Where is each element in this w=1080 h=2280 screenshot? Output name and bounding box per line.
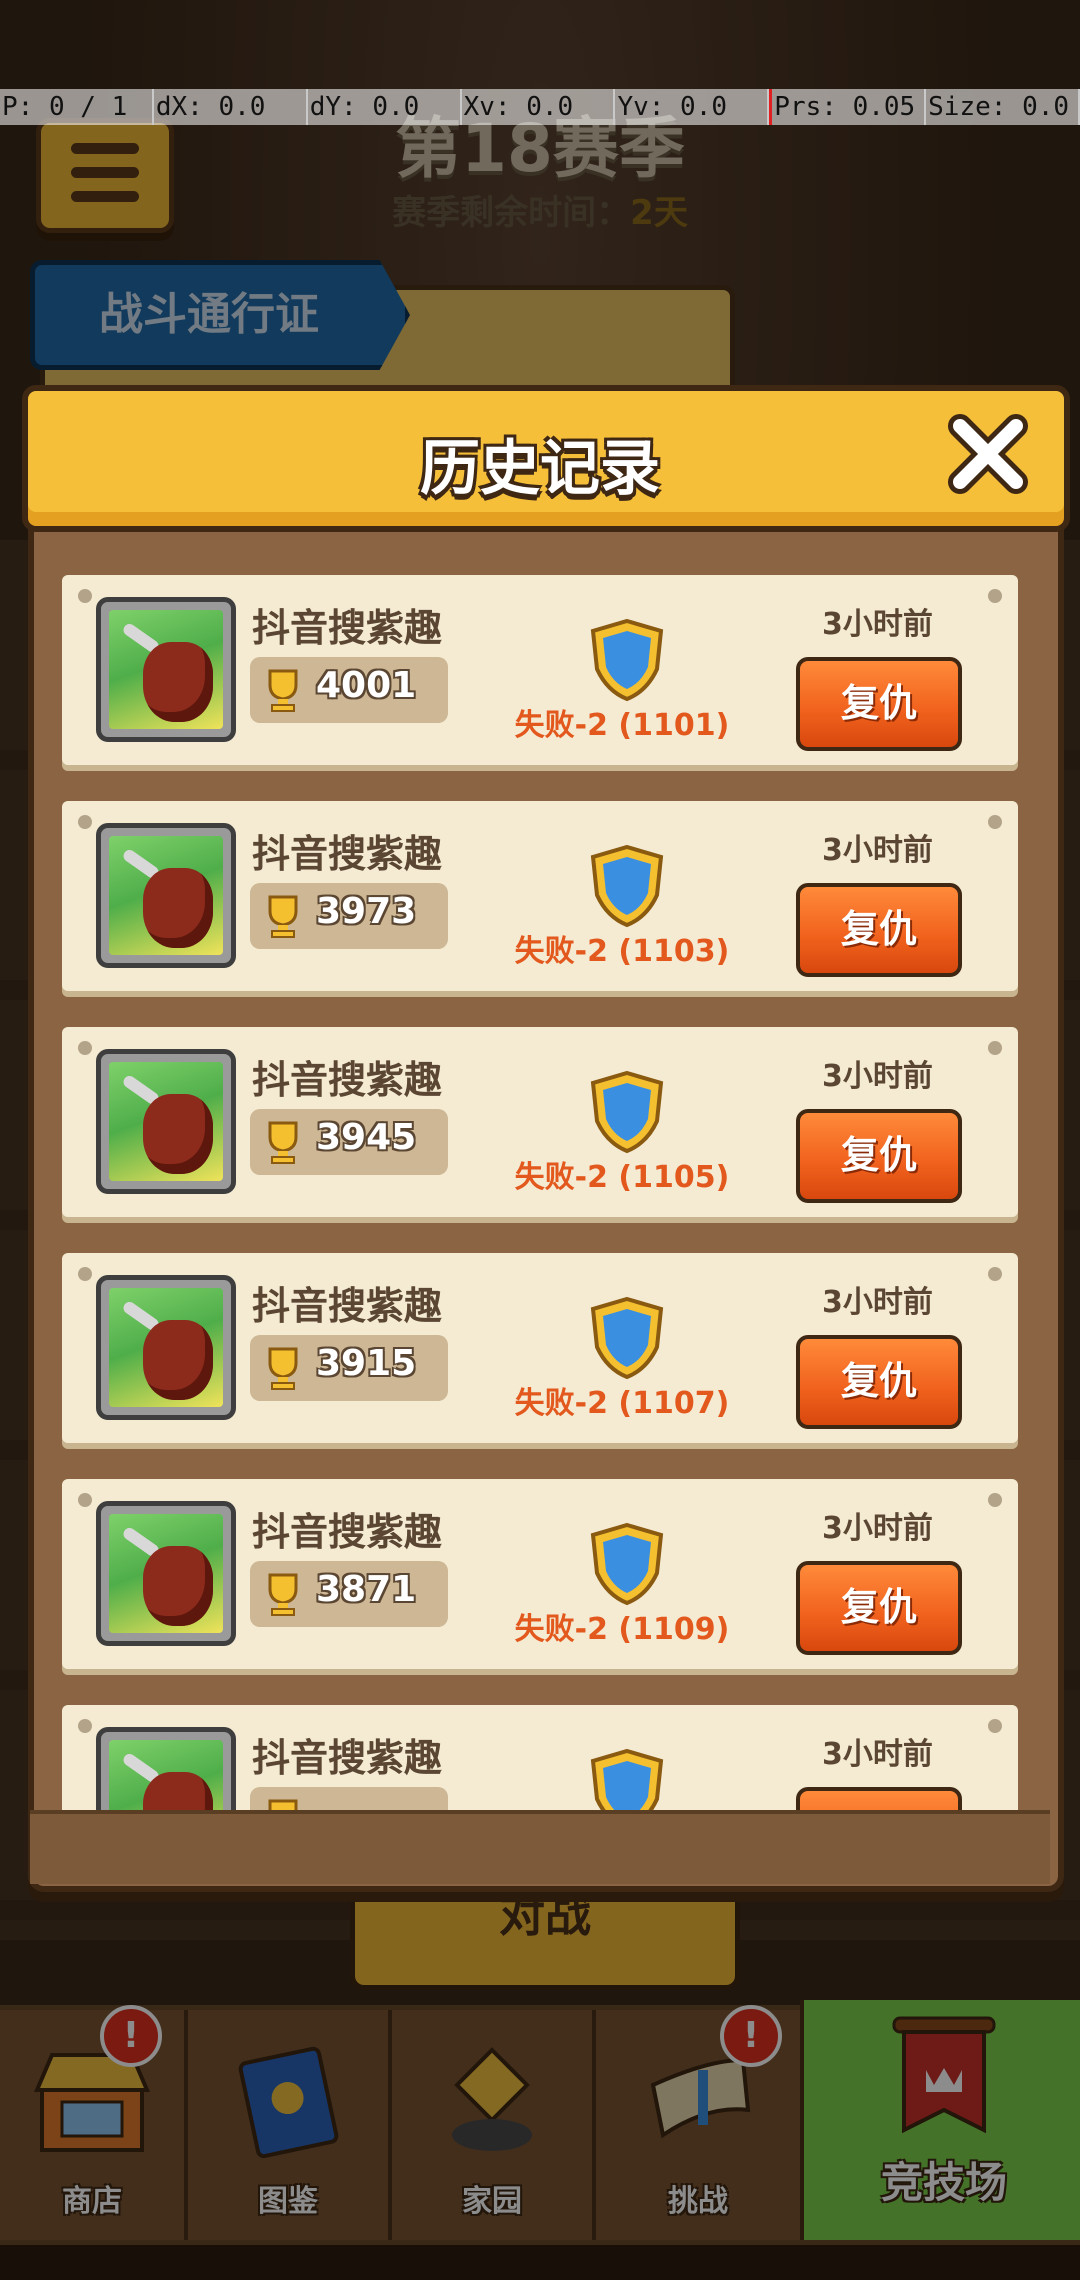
- opponent-avatar[interactable]: [96, 1501, 236, 1646]
- time-ago: 3小时前: [822, 833, 933, 868]
- trophy-count: 3945: [250, 1109, 448, 1175]
- opponent-avatar[interactable]: [96, 1049, 236, 1194]
- trophy-icon: [268, 669, 298, 712]
- dialog-title: 历史记录: [420, 434, 660, 504]
- history-row: 抖音搜紫趣 3973 失败-2 (1103) 3小时前 复仇: [62, 801, 1018, 991]
- match-result: 失败-2 (1101): [514, 708, 730, 743]
- time-ago: 3小时前: [822, 1285, 933, 1320]
- opponent-name: 抖音搜紫趣: [252, 1284, 443, 1328]
- history-row: 抖音搜紫趣 3小时前 复仇: [62, 1705, 1018, 1810]
- match-result: 失败-2 (1103): [514, 934, 730, 969]
- time-ago: 3小时前: [822, 607, 933, 642]
- dialog-footer: [30, 1810, 1050, 1884]
- trophy-icon: [268, 1573, 298, 1616]
- close-button[interactable]: [944, 410, 1032, 498]
- history-list[interactable]: 抖音搜紫趣 4001 失败-2 (1101) 3小时前 复仇 抖音搜紫趣 397…: [62, 560, 1018, 1810]
- time-ago: 3小时前: [822, 1511, 933, 1546]
- opponent-name: 抖音搜紫趣: [252, 606, 443, 650]
- shield-icon: [590, 844, 664, 928]
- debug-dx: dX: 0.0: [154, 89, 308, 125]
- trophy-count: [250, 1787, 448, 1810]
- opponent-avatar[interactable]: [96, 823, 236, 968]
- time-ago: 3小时前: [822, 1059, 933, 1094]
- opponent-avatar[interactable]: [96, 597, 236, 742]
- debug-dy: dY: 0.0: [308, 89, 462, 125]
- trophy-icon: [268, 895, 298, 938]
- trophy-count: 3871: [250, 1561, 448, 1627]
- history-row: 抖音搜紫趣 4001 失败-2 (1101) 3小时前 复仇: [62, 575, 1018, 765]
- touch-debug-bar: P: 0 / 1 dX: 0.0 dY: 0.0 Xv: 0.0 Yv: 0.0…: [0, 89, 1080, 125]
- debug-pressure: Prs: 0.05: [769, 89, 927, 125]
- opponent-name: 抖音搜紫趣: [252, 1736, 443, 1780]
- revenge-button[interactable]: 复仇: [796, 1335, 962, 1429]
- opponent-name: 抖音搜紫趣: [252, 1058, 443, 1102]
- revenge-button[interactable]: 复仇: [796, 1787, 962, 1810]
- revenge-button[interactable]: 复仇: [796, 1561, 962, 1655]
- close-icon: [948, 414, 1028, 494]
- revenge-button[interactable]: 复仇: [796, 657, 962, 751]
- match-result: 失败-2 (1109): [514, 1612, 730, 1647]
- debug-pointer: P: 0 / 1: [0, 89, 154, 125]
- debug-yv: Yv: 0.0: [615, 89, 770, 125]
- shield-icon: [590, 1070, 664, 1154]
- match-result: 失败-2 (1105): [514, 1160, 730, 1195]
- trophy-icon: [268, 1799, 298, 1810]
- opponent-name: 抖音搜紫趣: [252, 832, 443, 876]
- trophy-icon: [268, 1347, 298, 1390]
- shield-icon: [590, 618, 664, 702]
- trophy-icon: [268, 1121, 298, 1164]
- match-result: 失败-2 (1107): [514, 1386, 730, 1421]
- debug-xv: Xv: 0.0: [462, 89, 616, 125]
- revenge-button[interactable]: 复仇: [796, 883, 962, 977]
- history-row: 抖音搜紫趣 3945 失败-2 (1105) 3小时前 复仇: [62, 1027, 1018, 1217]
- time-ago: 3小时前: [822, 1737, 933, 1772]
- opponent-avatar[interactable]: [96, 1727, 236, 1810]
- trophy-count: 3915: [250, 1335, 448, 1401]
- history-row: 抖音搜紫趣 3871 失败-2 (1109) 3小时前 复仇: [62, 1479, 1018, 1669]
- shield-icon: [590, 1296, 664, 1380]
- history-row: 抖音搜紫趣 3915 失败-2 (1107) 3小时前 复仇: [62, 1253, 1018, 1443]
- opponent-avatar[interactable]: [96, 1275, 236, 1420]
- revenge-button[interactable]: 复仇: [796, 1109, 962, 1203]
- opponent-name: 抖音搜紫趣: [252, 1510, 443, 1554]
- shield-icon: [590, 1748, 664, 1810]
- trophy-count: 4001: [250, 657, 448, 723]
- trophy-count: 3973: [250, 883, 448, 949]
- debug-size: Size: 0.0: [926, 89, 1080, 125]
- shield-icon: [590, 1522, 664, 1606]
